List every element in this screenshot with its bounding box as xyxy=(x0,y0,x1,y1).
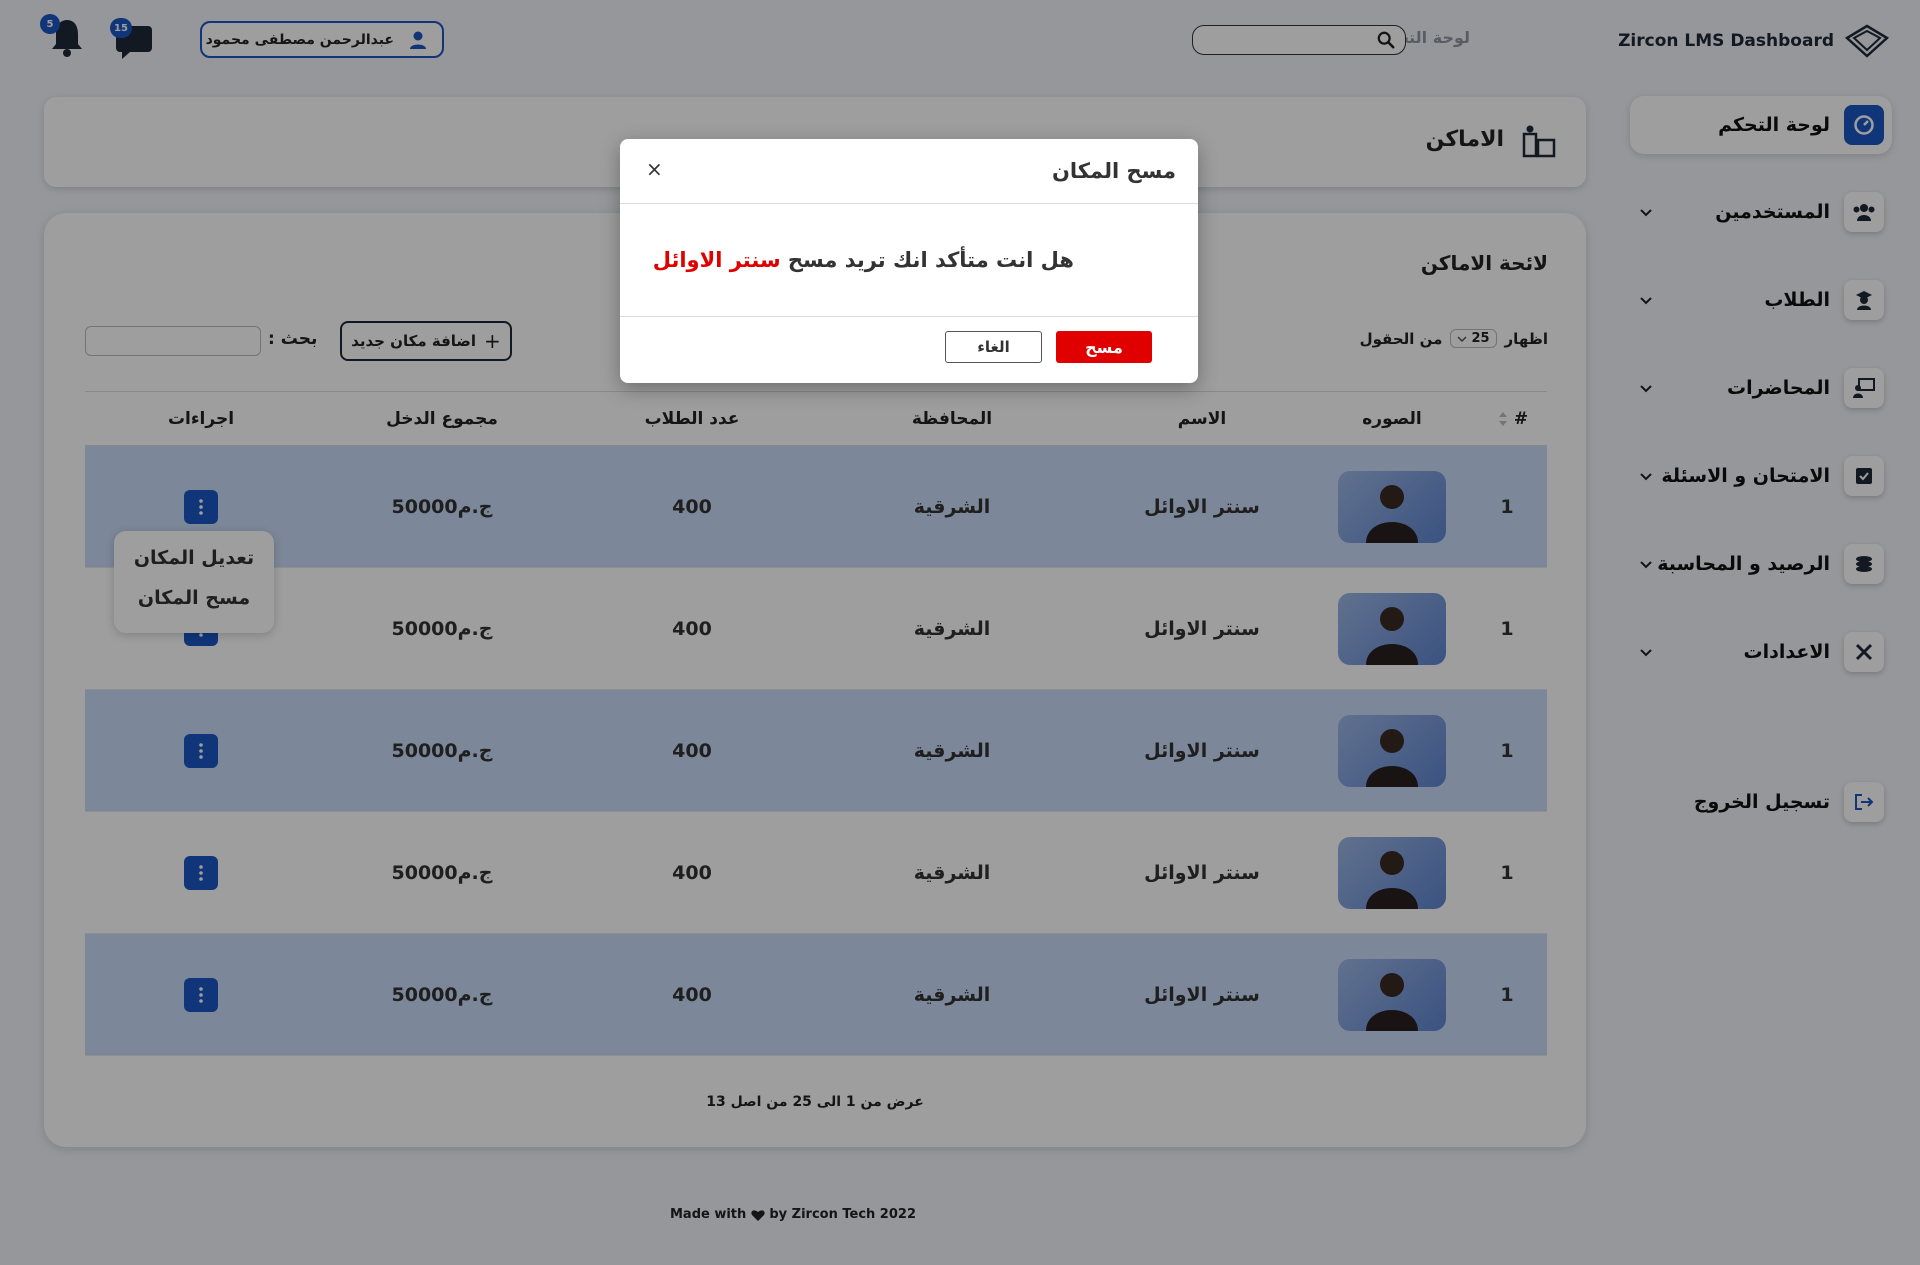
close-icon[interactable]: × xyxy=(646,157,663,181)
modal-title: مسح المكان xyxy=(1051,159,1176,183)
modal-body: هل انت متأكد انك تريد مسح سنتر الاوائل xyxy=(620,204,1198,317)
delete-place-modal: مسح المكان × هل انت متأكد انك تريد مسح س… xyxy=(620,139,1198,383)
confirm-delete-button[interactable]: مسح xyxy=(1056,331,1152,363)
place-name-highlight: سنتر الاوائل xyxy=(652,248,781,272)
cancel-button[interactable]: الغاء xyxy=(945,331,1042,363)
modal-header: مسح المكان × xyxy=(620,139,1198,204)
modal-message: هل انت متأكد انك تريد مسح سنتر الاوائل xyxy=(653,248,1074,272)
confirm-text: هل انت متأكد انك تريد مسح xyxy=(787,248,1074,272)
